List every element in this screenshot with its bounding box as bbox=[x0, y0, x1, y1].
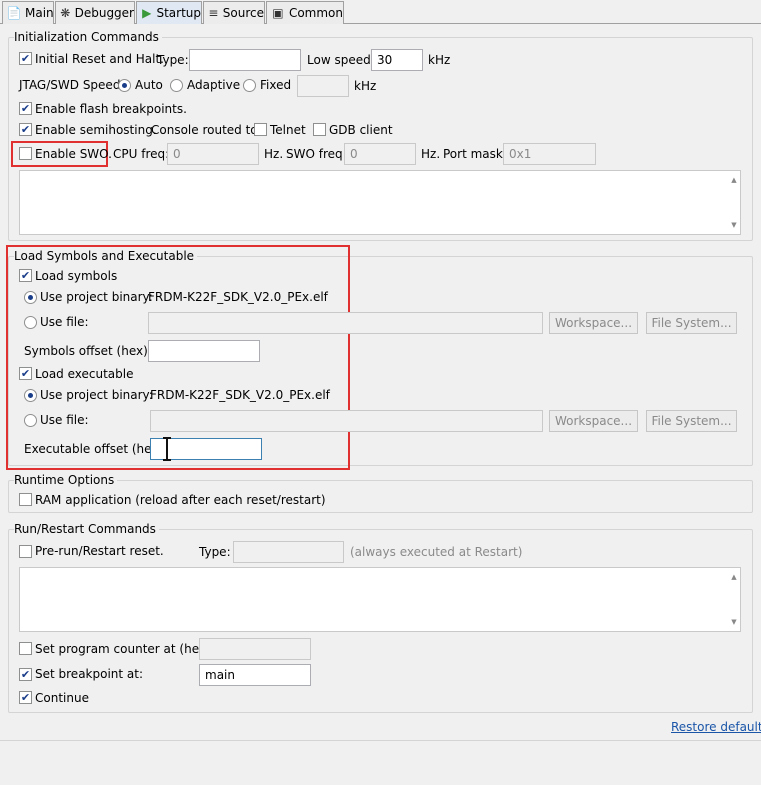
low-speed-unit: kHz bbox=[428, 53, 451, 67]
run-restart-title: Run/Restart Commands bbox=[14, 521, 159, 537]
semihosting-label: Enable semihosting. bbox=[35, 123, 157, 137]
breakpoint-input[interactable] bbox=[199, 664, 311, 686]
jtag-speed-label: JTAG/SWD Speed: bbox=[19, 78, 125, 92]
exec-filesystem-button[interactable]: File System... bbox=[646, 410, 737, 432]
exec-use-file-radio[interactable] bbox=[24, 414, 37, 427]
exec-use-file-label: Use file: bbox=[40, 413, 89, 427]
enable-swo-label: Enable SWO. bbox=[35, 147, 112, 161]
enable-swo-checkbox[interactable] bbox=[19, 147, 32, 160]
continue-checkbox[interactable]: ✔ bbox=[19, 691, 32, 704]
telnet-checkbox[interactable] bbox=[254, 123, 267, 136]
flash-breakpoints-label: Enable flash breakpoints. bbox=[35, 102, 187, 116]
runtime-options-title: Runtime Options bbox=[14, 472, 118, 488]
tab-bar: 📄 Main ❋ Debugger ▶ Startup ≡ Source ▣ Common bbox=[0, 0, 761, 24]
swo-freq-label: SWO freq: bbox=[286, 147, 347, 161]
type-input[interactable] bbox=[189, 49, 301, 71]
gdb-client-label: GDB client bbox=[329, 123, 393, 137]
ram-application-label: RAM application (reload after each reset… bbox=[35, 493, 326, 507]
scroll-up-icon[interactable]: ▲ bbox=[729, 175, 739, 185]
symbols-use-file-radio[interactable] bbox=[24, 316, 37, 329]
source-icon: ≡ bbox=[208, 6, 219, 20]
console-routed-label: Console routed to: bbox=[151, 123, 262, 137]
cpu-freq-label: CPU freq: bbox=[113, 147, 170, 161]
ram-application-checkbox[interactable] bbox=[19, 493, 32, 506]
play-icon: ▶ bbox=[142, 6, 152, 20]
flash-breakpoints-checkbox[interactable]: ✔ bbox=[19, 102, 32, 115]
window-icon: ▣ bbox=[272, 6, 284, 20]
text-cursor-icon bbox=[163, 437, 171, 461]
fixed-speed-input[interactable] bbox=[297, 75, 349, 97]
fixed-speed-unit: kHz bbox=[354, 79, 377, 93]
adaptive-radio[interactable] bbox=[170, 79, 183, 92]
load-executable-label: Load executable bbox=[35, 367, 134, 381]
prerun-reset-checkbox[interactable] bbox=[19, 545, 32, 558]
set-pc-checkbox[interactable] bbox=[19, 642, 32, 655]
bottom-divider bbox=[0, 740, 761, 741]
semihosting-checkbox[interactable]: ✔ bbox=[19, 123, 32, 136]
load-executable-checkbox[interactable]: ✔ bbox=[19, 367, 32, 380]
exec-offset-label: Executable offset (hex): bbox=[24, 442, 168, 456]
always-executed-note: (always executed at Restart) bbox=[350, 545, 523, 559]
prerun-reset-label: Pre-run/Restart reset. bbox=[35, 544, 164, 558]
fixed-label: Fixed bbox=[260, 78, 292, 92]
auto-label: Auto bbox=[135, 78, 163, 92]
cpu-freq-input[interactable] bbox=[167, 143, 259, 165]
initial-reset-checkbox[interactable]: ✔ bbox=[19, 52, 32, 65]
symbols-offset-label: Symbols offset (hex): bbox=[24, 344, 152, 358]
symbols-binary-name: FRDM-K22F_SDK_V2.0_PEx.elf bbox=[148, 290, 328, 304]
low-speed-input[interactable] bbox=[371, 49, 423, 71]
scroll-up-icon[interactable]: ▲ bbox=[729, 572, 739, 582]
symbols-project-binary-label: Use project binary: bbox=[40, 290, 153, 304]
telnet-label: Telnet bbox=[270, 123, 306, 137]
exec-project-binary-radio[interactable] bbox=[24, 389, 37, 402]
tab-debugger[interactable]: ❋ Debugger bbox=[55, 1, 135, 24]
exec-binary-name: FRDM-K22F_SDK_V2.0_PEx.elf bbox=[150, 388, 330, 402]
symbols-filesystem-button[interactable]: File System... bbox=[646, 312, 737, 334]
init-commands-textarea[interactable]: ▲ ▼ bbox=[19, 170, 741, 235]
swo-freq-unit: Hz. bbox=[421, 147, 441, 161]
restart-commands-scrollbar[interactable]: ▲ ▼ bbox=[728, 568, 740, 631]
symbols-file-input[interactable] bbox=[148, 312, 543, 334]
symbols-workspace-button[interactable]: Workspace... bbox=[549, 312, 638, 334]
bug-icon: ❋ bbox=[60, 6, 71, 20]
low-speed-label: Low speed: bbox=[307, 53, 375, 67]
adaptive-label: Adaptive bbox=[187, 78, 241, 92]
tab-source[interactable]: ≡ Source bbox=[203, 1, 265, 24]
restart-type-label: Type: bbox=[199, 545, 231, 559]
scroll-down-icon[interactable]: ▼ bbox=[729, 617, 739, 627]
tab-main[interactable]: 📄 Main bbox=[2, 1, 54, 24]
symbols-project-binary-radio[interactable] bbox=[24, 291, 37, 304]
continue-label: Continue bbox=[35, 691, 89, 705]
init-commands-scrollbar[interactable]: ▲ ▼ bbox=[728, 171, 740, 234]
exec-project-binary-label: Use project binary: bbox=[40, 388, 153, 402]
exec-file-input[interactable] bbox=[150, 410, 543, 432]
gdb-client-checkbox[interactable] bbox=[313, 123, 326, 136]
load-symbols-checkbox[interactable]: ✔ bbox=[19, 269, 32, 282]
fixed-radio[interactable] bbox=[243, 79, 256, 92]
port-mask-label: Port mask: bbox=[443, 147, 507, 161]
restart-type-input[interactable] bbox=[233, 541, 344, 563]
initialization-commands-title: Initialization Commands bbox=[14, 29, 162, 45]
load-symbols-label: Load symbols bbox=[35, 269, 118, 283]
auto-radio[interactable] bbox=[118, 79, 131, 92]
set-breakpoint-checkbox[interactable]: ✔ bbox=[19, 668, 32, 681]
swo-freq-input[interactable] bbox=[344, 143, 416, 165]
set-pc-input[interactable] bbox=[199, 638, 311, 660]
tab-startup[interactable]: ▶ Startup bbox=[136, 1, 202, 24]
set-pc-label: Set program counter at (hex): bbox=[35, 642, 215, 656]
symbols-offset-input[interactable] bbox=[148, 340, 260, 362]
restore-defaults-link[interactable]: Restore defaults bbox=[671, 719, 761, 735]
exec-workspace-button[interactable]: Workspace... bbox=[549, 410, 638, 432]
page-icon: 📄 bbox=[6, 6, 22, 20]
load-symbols-title: Load Symbols and Executable bbox=[14, 248, 198, 264]
tab-common[interactable]: ▣ Common bbox=[266, 1, 344, 24]
port-mask-input[interactable] bbox=[503, 143, 596, 165]
cpu-freq-unit: Hz. bbox=[264, 147, 284, 161]
set-breakpoint-label: Set breakpoint at: bbox=[35, 667, 144, 681]
restart-commands-textarea[interactable]: ▲ ▼ bbox=[19, 567, 741, 632]
initial-reset-label: Initial Reset and Halt. bbox=[35, 52, 164, 66]
scroll-down-icon[interactable]: ▼ bbox=[729, 220, 739, 230]
type-label: Type: bbox=[157, 53, 189, 67]
symbols-use-file-label: Use file: bbox=[40, 315, 89, 329]
